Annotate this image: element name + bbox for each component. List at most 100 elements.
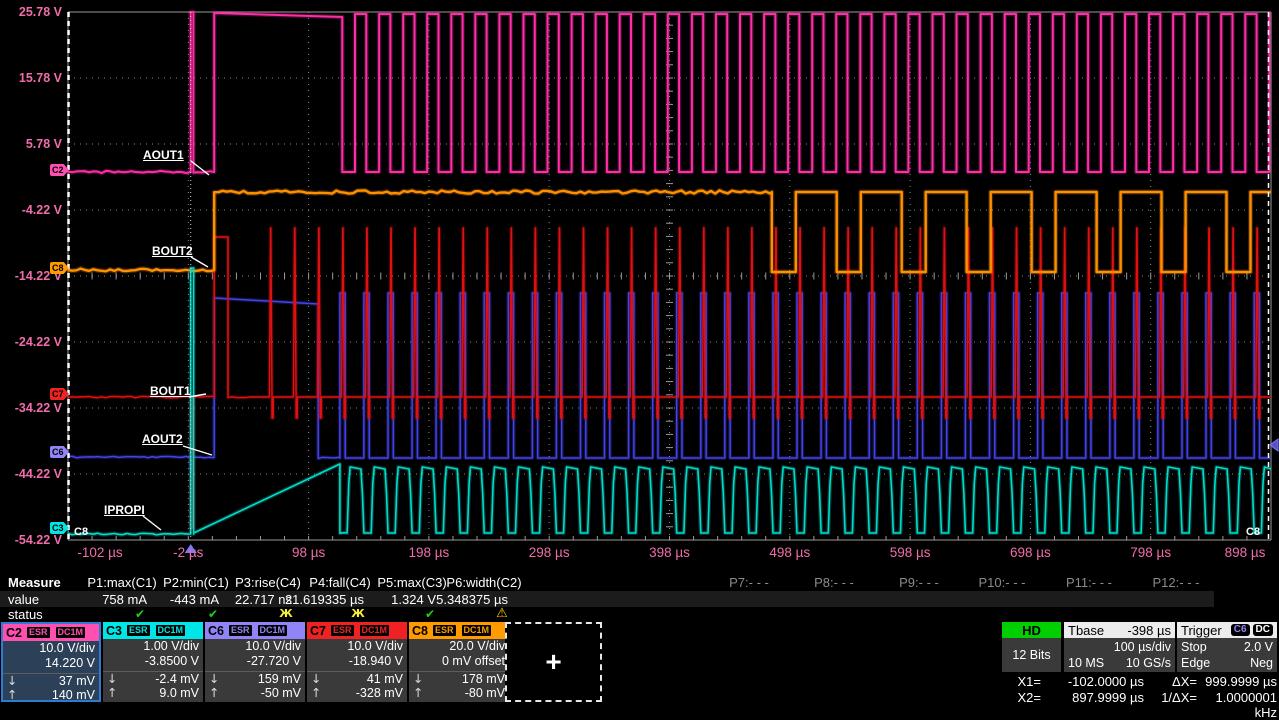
coupling-badge-dc1m: DC1M [461, 624, 493, 637]
channel-minmax: ↓ 159 mV ↑ -50 mV [205, 671, 305, 700]
measure-param-header-1[interactable]: P1:max(C1) [87, 575, 156, 590]
x-axis-label: 198 µs [408, 545, 449, 560]
x-axis-label: -102 µs [77, 545, 122, 560]
measure-value-4: 21.619335 µs [285, 592, 364, 607]
measure-param-header-3[interactable]: P3:rise(C4) [235, 575, 301, 590]
dx-label: ΔX= [1144, 674, 1197, 689]
timebase-samples: 10 MS [1068, 655, 1104, 671]
y-axis-label: 25.78 V [2, 5, 62, 19]
measure-param-header-12[interactable]: P12:- - - [1153, 575, 1200, 590]
y-axis-label: -24.22 V [2, 335, 62, 349]
fall-arrow-icon: ↓ [209, 672, 219, 686]
measure-table-title: Measure [8, 575, 61, 590]
channel-box-C6[interactable]: C6ESRDC1M10.0 V/div-27.720 V↓159 mV↑-50 … [205, 622, 305, 702]
channel-name: C8 [412, 624, 428, 638]
hd-bits: 12 Bits [1002, 638, 1061, 672]
channel-fall-value: -2.4 mV [155, 672, 199, 686]
channel-offset: -3.8500 V [103, 654, 203, 669]
measure-param-header-6[interactable]: P6:width(C2) [446, 575, 521, 590]
channel-scale: 10.0 V/div [205, 639, 305, 654]
measure-param-header-8[interactable]: P8:- - - [814, 575, 854, 590]
rise-arrow-icon: ↑ [7, 688, 17, 702]
fall-arrow-icon: ↓ [107, 672, 117, 686]
channel-header-C6: C6ESRDC1M [205, 622, 305, 639]
waveform-display [0, 0, 1279, 570]
x2-label: X2= [1001, 690, 1041, 720]
inv-dx-label: 1/ΔX= [1144, 690, 1197, 720]
channel-box-C7[interactable]: C7ESRDC1M10.0 V/div-18.940 V↓41 mV↑-328 … [307, 622, 407, 702]
grid-corner-channel-left: C8 [74, 526, 88, 538]
y-axis-label: -44.22 V [2, 467, 62, 481]
x-axis-label: 698 µs [1010, 545, 1051, 560]
y-axis-label: -54.22 V [2, 533, 62, 547]
measure-value-1: 758 mA [102, 592, 147, 607]
channel-box-C8[interactable]: C8ESRDC1M20.0 V/div0 mV offset↓178 mV↑-8… [409, 622, 509, 702]
x-axis-label: 598 µs [890, 545, 931, 560]
channel-box-C3[interactable]: C3ESRDC1M1.00 V/div-3.8500 V↓-2.4 mV↑9.0… [103, 622, 203, 702]
measure-param-header-7[interactable]: P7:- - - [729, 575, 769, 590]
x-axis-label: -2 µs [173, 545, 203, 560]
measure-param-header-10[interactable]: P10:- - - [979, 575, 1026, 590]
channel-scale: 1.00 V/div [103, 639, 203, 654]
channel-minmax: ↓-2.4 mV↑9.0 mV [103, 671, 203, 700]
coupling-badge-dc1m: DC1M [359, 624, 391, 637]
x1-value: -102.0000 µs [1041, 674, 1144, 689]
trigger-source-badge: C6 [1231, 624, 1250, 636]
oscilloscope-screen: 25.78 V15.78 V5.78 V-4.22 V-14.22 V-24.2… [0, 0, 1279, 707]
channel-name: C6 [208, 624, 224, 638]
measure-param-header-2[interactable]: P2:min(C1) [163, 575, 229, 590]
trigger-mode: Stop [1181, 639, 1207, 655]
acquisition-hd-box[interactable]: HD 12 Bits [1002, 622, 1061, 672]
fall-arrow-icon: ↓ [413, 672, 423, 686]
timebase-position: -398 µs [1127, 623, 1171, 638]
measure-value-2: -443 mA [170, 592, 219, 607]
hd-mode-header: HD [1002, 622, 1061, 638]
channel-fall-value: 159 mV [258, 672, 301, 686]
channel-fall-value: 37 mV [59, 674, 95, 688]
trace-name-label-aout2: AOUT2 [142, 432, 183, 446]
channel-header-C3: C3ESRDC1M [103, 622, 203, 639]
channel-offset: 14.220 V [3, 656, 99, 671]
channel-header-C2: C2ESRDC1M [3, 624, 99, 641]
fall-arrow-icon: ↓ [7, 674, 17, 688]
measure-param-header-5[interactable]: P5:max(C3) [377, 575, 446, 590]
timebase-scale: 100 µs/div [1114, 639, 1171, 655]
x-axis-label: 498 µs [769, 545, 810, 560]
coupling-badge-esr: ESR [228, 624, 253, 637]
grid-corner-channel-right: C8 [1246, 526, 1260, 538]
trigger-type: Edge [1181, 655, 1210, 671]
channel-minmax: ↓ 178 mV ↑ -80 mV [409, 671, 509, 700]
channel-minmax: ↓ 37 mV ↑ 140 mV [3, 673, 99, 702]
measure-param-header-9[interactable]: P9:- - - [899, 575, 939, 590]
plus-icon: + [545, 648, 561, 676]
trigger-coupling-badge: DC [1253, 624, 1273, 636]
measure-status-gate-icon: Ж [279, 607, 292, 621]
add-measurement-box[interactable]: + [505, 622, 602, 702]
channel-rise-value: -80 mV [465, 686, 505, 700]
cursor-readout-x2: X2= 897.9999 µs 1/ΔX= 1.0000001 kHz [1001, 690, 1277, 720]
channel-fall-value: 178 mV [462, 672, 505, 686]
channel-scale: 20.0 V/div [409, 639, 509, 654]
timebase-box[interactable]: Tbase -398 µs 100 µs/div 10 MS 10 GS/s [1064, 622, 1175, 672]
trigger-box[interactable]: Trigger C6 DC Stop 2.0 V Edge Neg [1177, 622, 1277, 672]
measure-status-row-label: status [8, 607, 43, 622]
channel-rise-value: -328 mV [356, 686, 403, 700]
rise-arrow-icon: ↑ [107, 686, 117, 700]
measure-status-gate-icon: Ж [351, 607, 364, 621]
channel-rise-value: 140 mV [52, 688, 95, 702]
channel-offset: -18.940 V [307, 654, 407, 669]
measure-param-header-11[interactable]: P11:- - - [1066, 575, 1112, 590]
rise-arrow-icon: ↑ [209, 686, 219, 700]
rise-arrow-icon: ↑ [413, 686, 423, 700]
trace-name-label-bout1: BOUT1 [150, 384, 191, 398]
channel-scale: 10.0 V/div [307, 639, 407, 654]
measure-value-row-label: value [8, 592, 39, 607]
dx-value: 999.9999 µs [1197, 674, 1277, 689]
y-axis-label: 15.78 V [2, 71, 62, 85]
measure-value-3: 22.717 ns [235, 592, 292, 607]
x-axis-label: 798 µs [1130, 545, 1171, 560]
measure-param-header-4[interactable]: P4:fall(C4) [309, 575, 370, 590]
fall-arrow-icon: ↓ [311, 672, 321, 686]
channel-rise-value: -50 mV [261, 686, 301, 700]
channel-box-C2[interactable]: C2ESRDC1M10.0 V/div14.220 V↓37 mV↑140 mV [1, 622, 101, 702]
